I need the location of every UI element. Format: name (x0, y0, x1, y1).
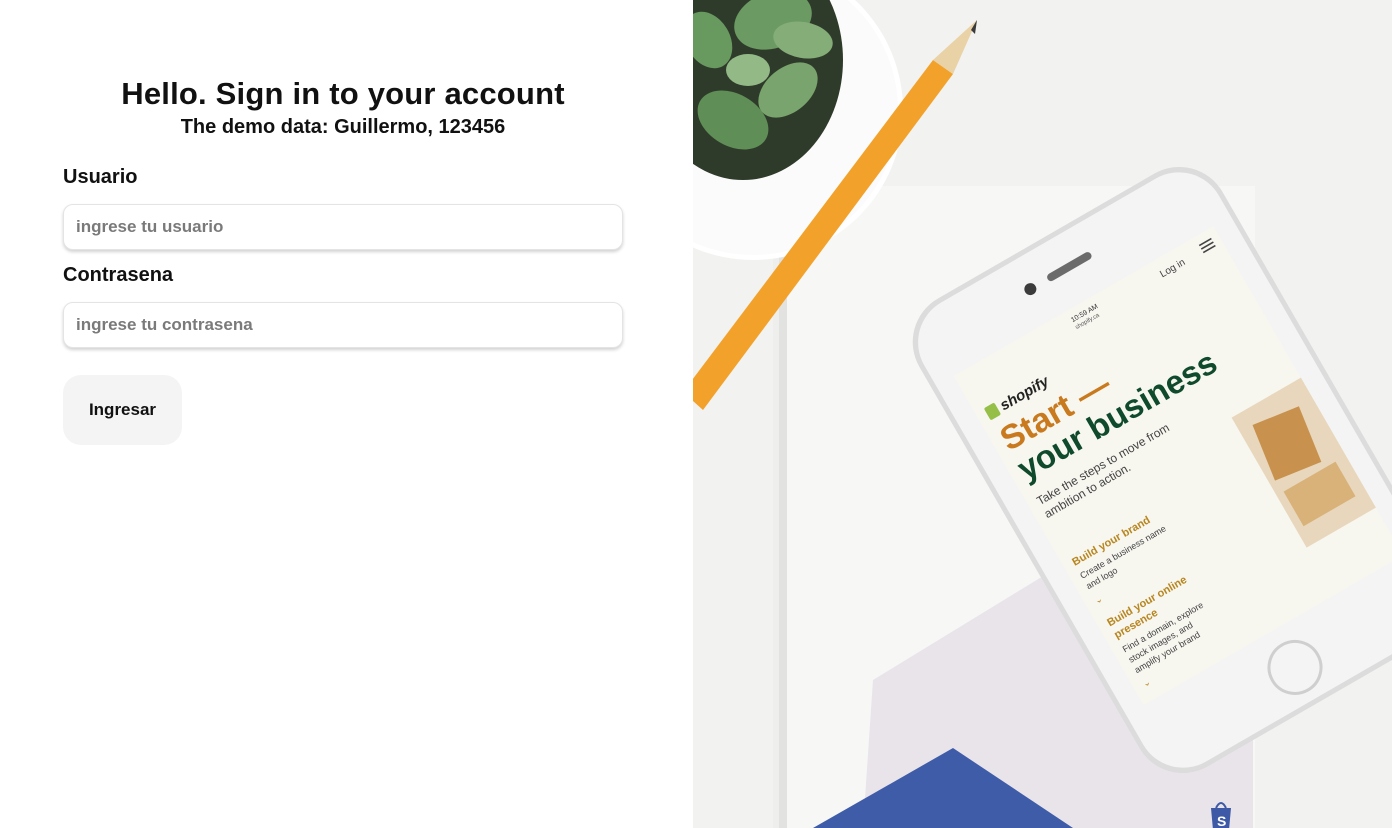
hero-illustration: S 10:59 AM shopify.ca Log in shopify Sta… (693, 0, 1392, 828)
hero-image: S 10:59 AM shopify.ca Log in shopify Sta… (693, 0, 1392, 828)
login-panel: Hello. Sign in to your account The demo … (0, 0, 693, 828)
username-input[interactable] (63, 204, 623, 250)
password-label: Contrasena (63, 264, 174, 286)
svg-text:S: S (1217, 813, 1226, 828)
username-label: Usuario (63, 166, 138, 188)
demo-credentials-note: The demo data: Guillermo, 123456 (180, 116, 506, 138)
page-title: Hello. Sign in to your account (121, 76, 565, 111)
login-page: Hello. Sign in to your account The demo … (0, 0, 1392, 828)
login-button[interactable]: Ingresar (63, 375, 182, 445)
password-input[interactable] (63, 302, 623, 348)
